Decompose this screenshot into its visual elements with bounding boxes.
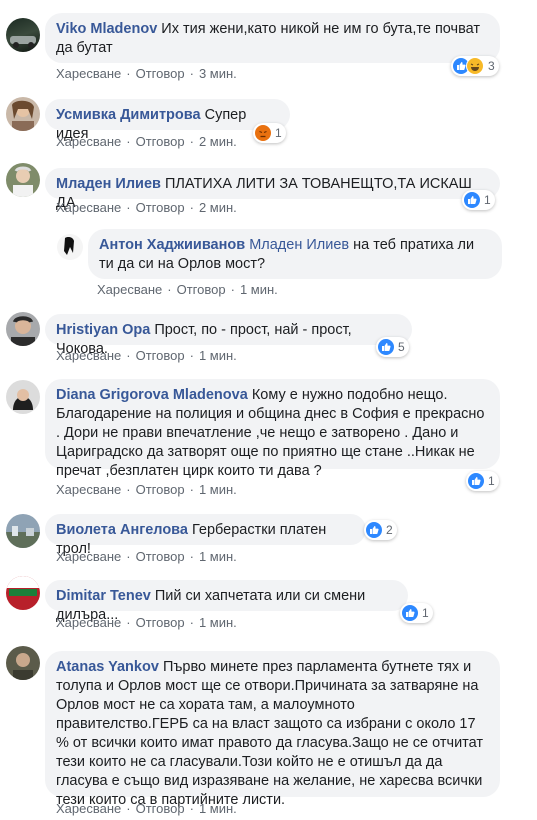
reaction-summary[interactable]: 1 (400, 603, 433, 623)
comment-bubble: Усмивка Димитрова Супер идея (45, 99, 290, 142)
comment-bubble: Hristiyan Opa Прост, по - прост, най - п… (45, 314, 412, 357)
comment-actions: Харесване · Отговор · 3 мин. (56, 66, 237, 81)
reply-button[interactable]: Отговор (136, 134, 185, 149)
reaction-count: 2 (386, 523, 393, 537)
like-button[interactable]: Харесване (56, 348, 121, 363)
reaction-summary[interactable]: 1 (466, 471, 499, 491)
mention-link[interactable]: Младен Илиев (249, 237, 349, 253)
comment-time[interactable]: 3 мин. (199, 66, 237, 81)
like-button[interactable]: Харесване (56, 66, 121, 81)
comment-bubble: Виолета Ангелова Герберастки платен трол… (45, 514, 366, 557)
comment-time[interactable]: 1 мин. (199, 482, 237, 497)
like-icon (468, 473, 484, 489)
comment-author[interactable]: Hristiyan Opa (56, 322, 150, 338)
like-button[interactable]: Харесване (56, 482, 121, 497)
reaction-summary[interactable]: 5 (376, 337, 409, 357)
comment-actions: Харесване · Отговор · 1 мин. (56, 549, 237, 564)
comment-time[interactable]: 1 мин. (240, 282, 278, 297)
reaction-count: 1 (275, 126, 282, 140)
reply-button[interactable]: Отговор (136, 66, 185, 81)
reaction-summary[interactable]: 1 (462, 190, 495, 210)
comment-time[interactable]: 2 мин. (199, 200, 237, 215)
like-icon (464, 192, 480, 208)
reaction-summary[interactable]: 1 (253, 123, 286, 143)
comment-actions: Харесване · Отговор · 1 мин. (97, 282, 278, 297)
like-button[interactable]: Харесване (56, 134, 121, 149)
avatar[interactable] (6, 514, 40, 548)
reply-button[interactable]: Отговор (177, 282, 226, 297)
reaction-count: 1 (484, 193, 491, 207)
comment-actions: Харесване · Отговор · 1 мин. (56, 482, 237, 497)
comment-bubble: Dimitar Tenev Пий си хапчетата или си см… (45, 580, 408, 623)
reply-button[interactable]: Отговор (136, 801, 185, 816)
comment-author[interactable]: Усмивка Димитрова (56, 107, 201, 123)
reaction-count: 1 (488, 474, 495, 488)
avatar[interactable] (6, 646, 40, 680)
reply-button[interactable]: Отговор (136, 549, 185, 564)
like-button[interactable]: Харесване (56, 615, 121, 630)
reply-button[interactable]: Отговор (136, 348, 185, 363)
comment-actions: Харесване · Отговор · 1 мин. (56, 801, 237, 816)
comment-actions: Харесване · Отговор · 1 мин. (56, 348, 237, 363)
comment-text: Първо минете през парламента бутнете тях… (56, 659, 484, 808)
comment-author[interactable]: Виолета Ангелова (56, 522, 188, 538)
avatar[interactable] (6, 18, 40, 52)
comment-bubble: Diana Grigorova Mladenova Кому е нужно п… (45, 379, 500, 479)
comment-time[interactable]: 1 мин. (199, 615, 237, 630)
comment-author[interactable]: Atanas Yankov (56, 659, 159, 675)
reaction-summary[interactable]: 2 (364, 520, 397, 540)
comment-bubble: Антон Хаджииванов Младен Илиев на теб пр… (88, 229, 502, 279)
avatar[interactable] (57, 234, 83, 260)
avatar[interactable] (6, 97, 40, 131)
like-button[interactable]: Харесване (56, 549, 121, 564)
like-button[interactable]: Харесване (97, 282, 162, 297)
comment-actions: Харесване · Отговор · 2 мин. (56, 134, 237, 149)
reaction-count: 3 (488, 59, 495, 73)
like-icon (366, 522, 382, 538)
reaction-count: 5 (398, 340, 405, 354)
like-icon (402, 605, 418, 621)
comment-time[interactable]: 1 мин. (199, 348, 237, 363)
reaction-summary[interactable]: 3 (451, 56, 499, 76)
comment-author[interactable]: Dimitar Tenev (56, 588, 151, 604)
comment-bubble: Viko Mladenov Их тия жени,като никой не … (45, 13, 500, 63)
reaction-count: 1 (422, 606, 429, 620)
reply-button[interactable]: Отговор (136, 482, 185, 497)
comment-bubble: Младен Илиев ПЛАТИХА ЛИТИ ЗА ТОВАНЕЩТО,Т… (45, 168, 500, 211)
avatar[interactable] (6, 312, 40, 346)
like-button[interactable]: Харесване (56, 801, 121, 816)
comment-actions: Харесване · Отговор · 1 мин. (56, 615, 237, 630)
avatar[interactable] (6, 576, 40, 610)
reply-button[interactable]: Отговор (136, 200, 185, 215)
haha-icon (466, 57, 484, 75)
comment-bubble: Atanas Yankov Първо минете през парламен… (45, 651, 500, 808)
comment-time[interactable]: 1 мин. (199, 801, 237, 816)
comment-author[interactable]: Младен Илиев (56, 176, 161, 192)
avatar[interactable] (6, 380, 40, 414)
comment-author[interactable]: Антон Хаджииванов (99, 237, 245, 253)
like-button[interactable]: Харесване (56, 200, 121, 215)
reply-button[interactable]: Отговор (136, 615, 185, 630)
comment-actions: Харесване · Отговор · 2 мин. (56, 200, 237, 215)
comment-author[interactable]: Diana Grigorova Mladenova (56, 387, 248, 403)
avatar[interactable] (6, 163, 40, 197)
comment-time[interactable]: 1 мин. (199, 549, 237, 564)
comment-author[interactable]: Viko Mladenov (56, 21, 157, 37)
like-icon (378, 339, 394, 355)
comment-time[interactable]: 2 мин. (199, 134, 237, 149)
angry-icon (255, 125, 271, 141)
